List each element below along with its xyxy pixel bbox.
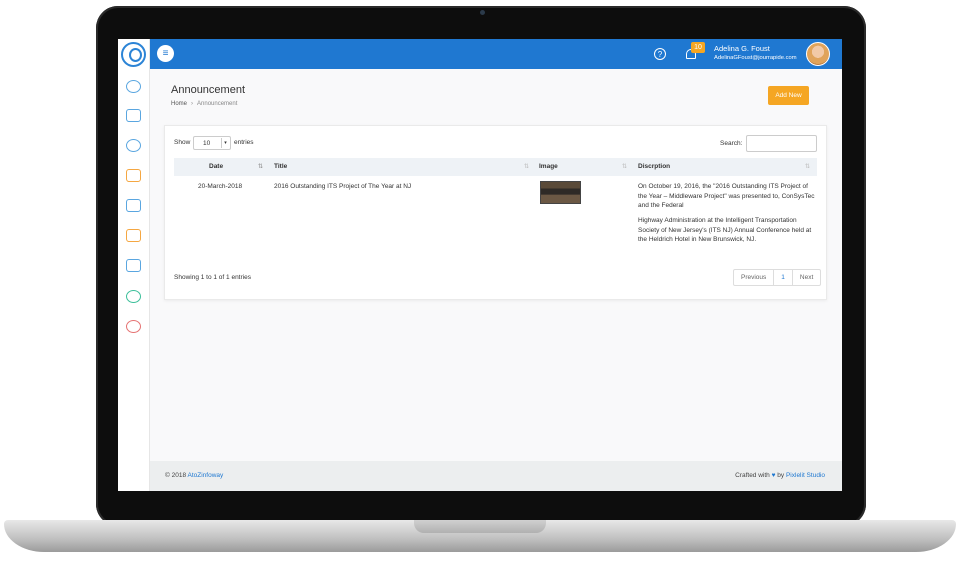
topbar: ≡ ? 10 Adelina G. Foust AdelinaGFoust@jo…	[150, 39, 842, 69]
entries-select[interactable]: 10 ▾	[193, 136, 231, 150]
breadcrumb-current: Announcement	[197, 101, 238, 107]
footer-credit: Crafted with ♥ by Pixlelit Studio	[735, 472, 825, 479]
breadcrumb: Home › Announcement	[171, 101, 237, 107]
sort-icon[interactable]: ⇅	[524, 163, 529, 170]
logo-icon[interactable]	[121, 42, 146, 67]
menu-toggle-icon[interactable]: ≡	[157, 45, 174, 62]
cell-title: 2016 Outstanding ITS Project of The Year…	[274, 183, 412, 190]
dashboard-icon[interactable]	[126, 80, 141, 93]
laptop-notch	[414, 520, 546, 533]
entries-label: entries	[234, 139, 254, 146]
user-email: AdelinaGFoust@jourrapide.com	[714, 55, 797, 61]
finance-icon[interactable]	[126, 199, 141, 212]
crafted-text: Crafted with	[735, 472, 770, 479]
announcement-card: Show 10 ▾ entries Search: Date ⇅ Title ⇅…	[164, 125, 827, 300]
page-title: Announcement	[171, 84, 245, 96]
entries-select-value: 10	[203, 139, 211, 147]
pagination: Previous 1 Next	[733, 269, 822, 286]
previous-button[interactable]: Previous	[734, 270, 775, 285]
next-button[interactable]: Next	[793, 270, 820, 285]
puzzle-icon[interactable]	[126, 229, 141, 242]
column-header-title[interactable]: Title	[274, 163, 287, 170]
heart-icon: ♥	[771, 472, 776, 479]
cell-description-paragraph: On October 19, 2016, the "2016 Outstandi…	[638, 183, 815, 209]
footer: © 2018 AtoZinfoway Crafted with ♥ by Pix…	[150, 461, 842, 491]
user-name[interactable]: Adelina G. Foust	[714, 44, 770, 53]
support-icon[interactable]	[126, 320, 141, 333]
transport-icon[interactable]	[126, 169, 141, 182]
search-label: Search:	[720, 140, 743, 147]
app-screen: ≡ ? 10 Adelina G. Foust AdelinaGFoust@jo…	[118, 39, 842, 491]
calendar-icon[interactable]	[126, 109, 141, 122]
camera-icon	[480, 10, 485, 15]
chat-icon[interactable]	[126, 290, 141, 303]
documents-icon[interactable]	[126, 259, 141, 272]
announcement-thumbnail[interactable]	[540, 181, 581, 204]
breadcrumb-home[interactable]: Home	[171, 101, 187, 107]
add-new-button[interactable]: Add New	[768, 86, 809, 105]
breadcrumb-separator: ›	[191, 101, 194, 107]
notification-badge: 10	[691, 42, 705, 53]
cell-date: 20-March-2018	[198, 183, 243, 190]
sort-icon[interactable]: ⇅	[622, 163, 627, 170]
show-label: Show	[174, 139, 191, 146]
page-1-button[interactable]: 1	[774, 270, 793, 285]
sort-icon[interactable]: ⇅	[258, 163, 263, 170]
by-text: by	[777, 472, 785, 479]
sort-icon[interactable]: ⇅	[805, 163, 810, 170]
copyright-text: © 2018	[165, 472, 187, 479]
company-link[interactable]: AtoZinfoway	[188, 472, 224, 479]
table-info: Showing 1 to 1 of 1 entries	[174, 274, 251, 281]
footer-copyright: © 2018 AtoZinfoway	[165, 472, 223, 479]
column-header-description[interactable]: Discrption	[638, 163, 670, 170]
column-header-date[interactable]: Date	[209, 163, 223, 170]
table-header: Date ⇅ Title ⇅ Image ⇅ Discrption ⇅	[174, 158, 817, 176]
help-icon[interactable]: ?	[654, 48, 666, 60]
search-input[interactable]	[746, 135, 817, 152]
avatar[interactable]	[806, 42, 830, 66]
cell-description-paragraph: Highway Administration at the Intelligen…	[638, 217, 812, 243]
sidebar	[118, 39, 150, 491]
studio-link[interactable]: Pixlelit Studio	[786, 472, 825, 479]
users-icon[interactable]	[126, 139, 141, 152]
chevron-down-icon: ▾	[221, 138, 229, 148]
column-header-image[interactable]: Image	[539, 163, 558, 170]
